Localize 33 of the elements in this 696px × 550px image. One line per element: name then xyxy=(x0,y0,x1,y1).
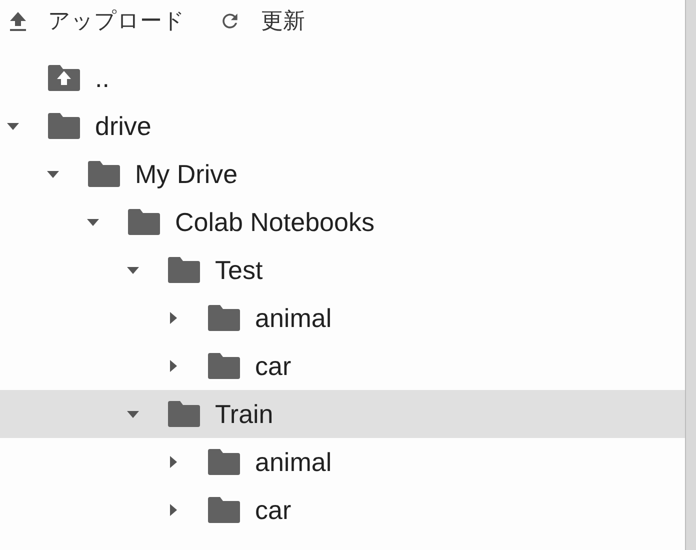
tree-row[interactable]: drive xyxy=(0,102,685,150)
tree-row[interactable]: My Drive xyxy=(0,150,685,198)
scrollbar[interactable] xyxy=(685,0,696,550)
folder-name: drive xyxy=(95,110,152,142)
folder-name: car xyxy=(255,350,292,382)
tree-row[interactable]: car xyxy=(0,342,685,390)
folder-name: animal xyxy=(255,446,332,478)
folder-icon xyxy=(47,112,81,140)
refresh-button[interactable]: 更新 xyxy=(219,6,305,36)
tree-row[interactable]: animal xyxy=(0,438,685,486)
tree-row[interactable]: Test xyxy=(0,246,685,294)
folder-icon xyxy=(207,448,241,476)
folder-icon xyxy=(207,304,241,332)
folder-icon xyxy=(87,160,121,188)
folder-name: My Drive xyxy=(135,158,238,190)
tree-row[interactable]: Train xyxy=(0,390,685,438)
upload-icon xyxy=(8,10,28,32)
folder-icon xyxy=(207,496,241,524)
folder-icon xyxy=(207,352,241,380)
tree-row[interactable]: car xyxy=(0,486,685,534)
tree-row[interactable]: animal xyxy=(0,294,685,342)
folder-name: animal xyxy=(255,302,332,334)
folder-name: Colab Notebooks xyxy=(175,206,374,238)
upload-button[interactable]: アップロード xyxy=(8,6,185,36)
folder-icon xyxy=(167,400,201,428)
folder-name: car xyxy=(255,494,292,526)
folder-name: Test xyxy=(215,254,263,286)
folder-up-icon xyxy=(47,64,81,92)
parent-folder-link[interactable]: .. xyxy=(95,62,110,94)
tree-row[interactable]: Colab Notebooks xyxy=(0,198,685,246)
folder-name: Train xyxy=(215,398,274,430)
folder-icon xyxy=(167,256,201,284)
folder-icon xyxy=(127,208,161,236)
